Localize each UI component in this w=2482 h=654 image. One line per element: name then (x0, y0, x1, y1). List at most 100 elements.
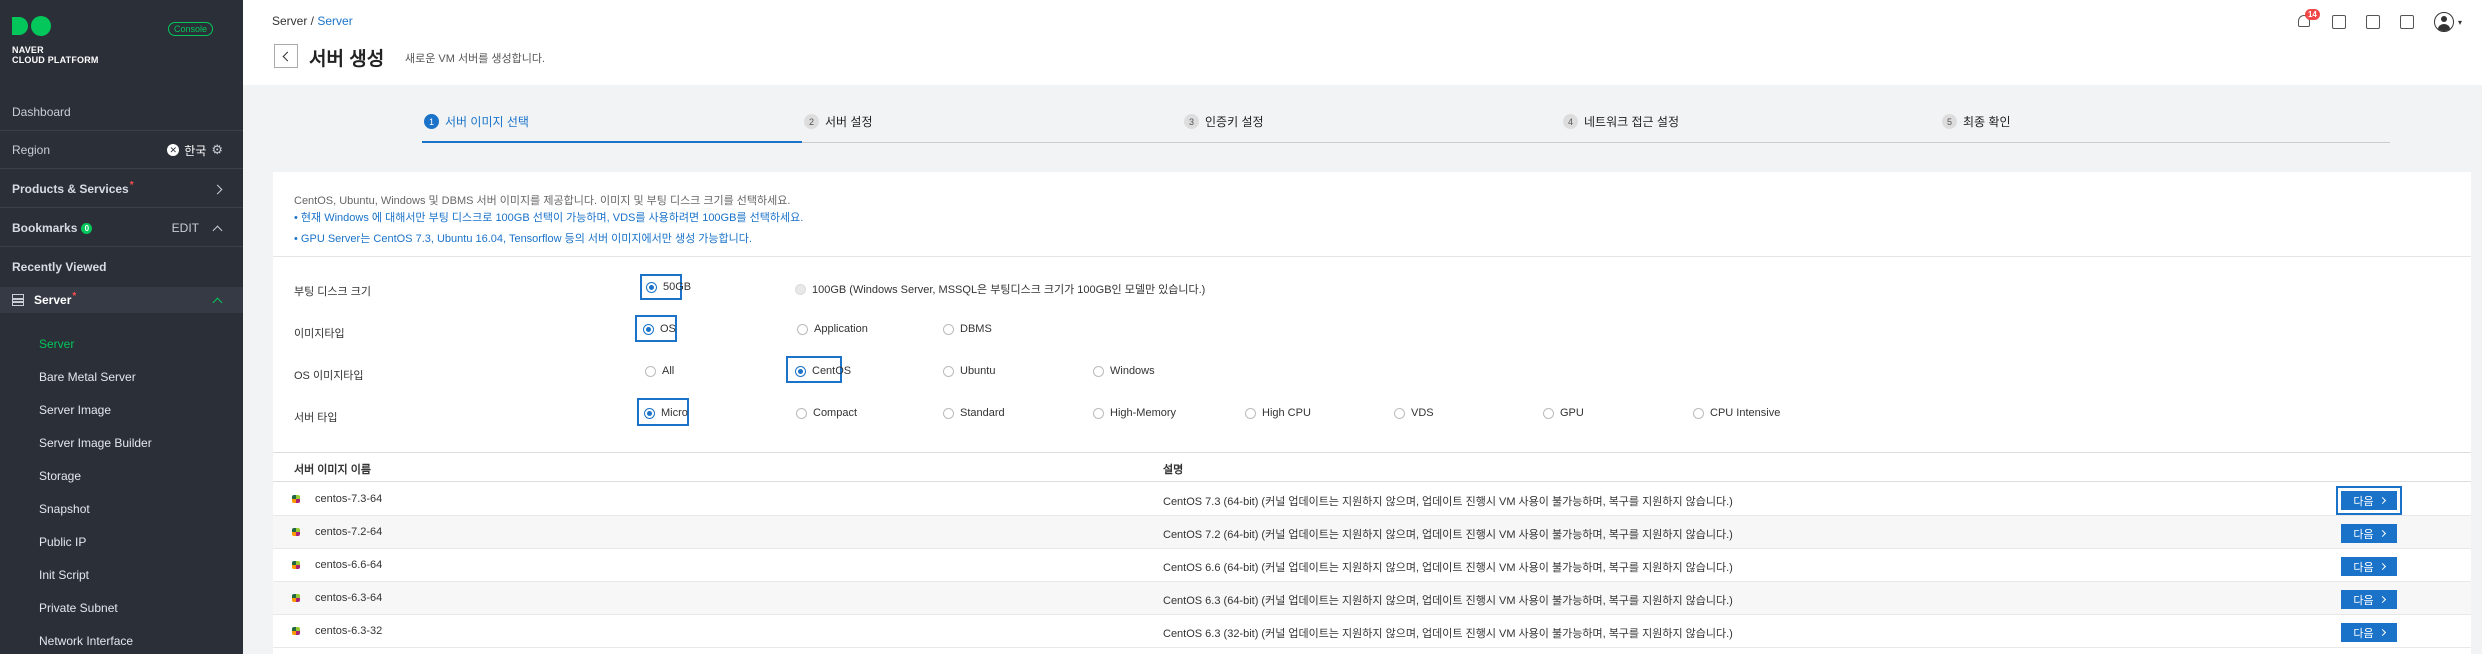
server-type-compact-radio[interactable]: Compact (796, 407, 857, 419)
chevron-right-icon (2378, 529, 2386, 538)
table-row[interactable]: centos-6.6-64 CentOS 6.6 (64-bit) (커널 업데… (273, 549, 2471, 582)
user-avatar-icon[interactable] (2433, 12, 2454, 32)
boot-disk-50gb-radio[interactable]: 50GB (646, 281, 691, 293)
os-type-windows-radio[interactable]: Windows (1093, 365, 1155, 377)
sidebar-item-dashboard[interactable]: Dashboard (0, 100, 243, 124)
image-type-dbms-radio[interactable]: DBMS (943, 323, 992, 335)
server-type-micro-label: Micro (661, 407, 688, 419)
next-button[interactable]: 다음 (2341, 590, 2397, 609)
notification-button[interactable]: 14 (2297, 9, 2320, 29)
server-type-high-memory-radio[interactable]: High-Memory (1093, 407, 1176, 419)
step-2[interactable]: 2 서버 설정 (804, 113, 873, 130)
server-type-label: 서버 타입 (294, 412, 338, 424)
server-type-vds-radio[interactable]: VDS (1394, 407, 1434, 419)
os-image-type-label: OS 이미지타입 (294, 370, 364, 382)
table-row[interactable]: centos-6.3-32 CentOS 6.3 (32-bit) (커널 업데… (273, 615, 2471, 648)
server-type-cpu-intensive-radio[interactable]: CPU Intensive (1693, 407, 1780, 419)
server-required-mark: * (72, 290, 77, 302)
os-type-centos-radio[interactable]: CentOS (795, 365, 851, 377)
sidebar-item-network-interface[interactable]: Network Interface (39, 634, 133, 648)
server-type-cpu-intensive-label: CPU Intensive (1710, 407, 1781, 419)
notification-count-badge: 14 (2304, 9, 2320, 20)
sidebar-recently-viewed[interactable]: Recently Viewed (0, 255, 243, 279)
boot-disk-100gb-radio[interactable]: 100GB (Windows Server, MSSQL은 부팅디스크 크기가 … (795, 281, 1205, 297)
server-group-label: Server (34, 293, 72, 307)
gear-icon[interactable]: ⚙ (211, 142, 223, 158)
bookmarks-count-badge: 0 (81, 222, 93, 234)
os-type-windows-label: Windows (1110, 365, 1155, 377)
radio-icon (796, 407, 807, 419)
sidebar-item-server-image[interactable]: Server Image (39, 403, 111, 417)
notice-main-text: CentOS, Ubuntu, Windows 및 DBMS 서버 이미지를 제… (294, 195, 791, 207)
table-row[interactable]: centos-6.3-64 CentOS 6.3 (64-bit) (커널 업데… (273, 582, 2471, 615)
dashboard-label: Dashboard (12, 105, 71, 119)
document-icon[interactable] (2399, 15, 2414, 29)
next-button[interactable]: 다음 (2341, 524, 2397, 543)
next-button[interactable]: 다음 (2341, 623, 2397, 642)
chevron-right-icon (2378, 496, 2386, 505)
chevron-up-icon[interactable] (212, 297, 223, 307)
image-type-os-radio[interactable]: OS (643, 323, 676, 335)
console-badge[interactable]: Console (168, 22, 214, 36)
logo-mark-icon (12, 16, 99, 36)
step-1-number: 1 (424, 114, 439, 129)
image-name: centos-7.3-64 (315, 493, 383, 505)
naver-cloud-logo[interactable]: NAVER CLOUD PLATFORM (12, 16, 99, 65)
os-type-all-radio[interactable]: All (645, 365, 674, 377)
sidebar-item-storage[interactable]: Storage (39, 469, 81, 483)
bookmarks-edit-link[interactable]: EDIT (172, 221, 199, 235)
chevron-down-icon[interactable]: ▾ (2458, 18, 2462, 27)
server-type-micro-radio[interactable]: Micro (644, 407, 688, 419)
sidebar-item-server-image-builder[interactable]: Server Image Builder (39, 436, 152, 450)
step-1[interactable]: 1 서버 이미지 선택 (424, 113, 529, 130)
step-5-number: 5 (1942, 114, 1957, 129)
sidebar-item-public-ip[interactable]: Public IP (39, 535, 86, 549)
sidebar-products-services[interactable]: Products & Services * (0, 177, 243, 201)
column-header-image-name: 서버 이미지 이름 (294, 464, 371, 476)
os-type-ubuntu-radio[interactable]: Ubuntu (943, 365, 995, 377)
sidebar-server-group[interactable]: Server * (0, 287, 243, 313)
image-type-dbms-label: DBMS (960, 323, 992, 335)
sidebar-region[interactable]: Region ✕ 한국 ⚙ (0, 138, 243, 162)
server-type-gpu-label: GPU (1560, 407, 1584, 419)
server-type-standard-radio[interactable]: Standard (943, 407, 1005, 419)
next-button[interactable]: 다음 (2341, 491, 2397, 510)
table-row[interactable]: centos-7.3-64 CentOS 7.3 (64-bit) (커널 업데… (273, 483, 2471, 516)
sidebar-item-snapshot[interactable]: Snapshot (39, 502, 90, 516)
sidebar: NAVER CLOUD PLATFORM Console Dashboard R… (0, 0, 243, 654)
chevron-up-icon[interactable] (212, 225, 223, 235)
sidebar-item-private-subnet[interactable]: Private Subnet (39, 601, 118, 615)
back-button[interactable] (274, 44, 298, 68)
server-type-vds-label: VDS (1411, 407, 1434, 419)
image-name: centos-6.3-32 (315, 625, 383, 637)
sidebar-item-bare-metal-server[interactable]: Bare Metal Server (39, 370, 136, 384)
radio-icon (1093, 365, 1104, 377)
sidebar-item-server[interactable]: Server (39, 337, 74, 351)
column-header-description: 설명 (1163, 464, 1184, 476)
sidebar-item-init-script[interactable]: Init Script (39, 568, 89, 582)
chevron-right-icon (212, 184, 223, 194)
image-type-application-radio[interactable]: Application (797, 323, 868, 335)
region-value: 한국 (184, 143, 207, 158)
chat-icon[interactable] (2331, 15, 2346, 29)
step-wizard: 1 서버 이미지 선택 2 서버 설정 3 인증키 설정 4 네트워크 접근 설… (243, 85, 2482, 172)
image-description: CentOS 7.2 (64-bit) (커널 업데이트는 지원하지 않으며, … (1163, 529, 1733, 541)
server-type-high-cpu-radio[interactable]: High CPU (1245, 407, 1311, 419)
image-table-header: 서버 이미지 이름 설명 (273, 452, 2471, 482)
sidebar-bookmarks[interactable]: Bookmarks 0 EDIT (0, 216, 243, 240)
os-type-ubuntu-label: Ubuntu (960, 365, 996, 377)
chevron-left-icon (282, 51, 293, 61)
image-name: centos-6.6-64 (315, 559, 383, 571)
next-button[interactable]: 다음 (2341, 557, 2397, 576)
calendar-icon[interactable] (2365, 15, 2380, 29)
breadcrumb-current[interactable]: Server (317, 14, 352, 28)
server-type-gpu-radio[interactable]: GPU (1543, 407, 1584, 419)
notice-gpu-server: GPU Server는 CentOS 7.3, Ubuntu 16.04, Te… (294, 230, 752, 246)
step-3[interactable]: 3 인증키 설정 (1184, 113, 1264, 130)
image-type-label: 이미지타입 (294, 328, 345, 340)
radio-checked-icon (643, 323, 654, 335)
table-row[interactable]: centos-7.2-64 CentOS 7.2 (64-bit) (커널 업데… (273, 516, 2471, 549)
breadcrumb-root[interactable]: Server / (272, 14, 314, 28)
step-5[interactable]: 5 최종 확인 (1942, 113, 2011, 130)
step-4[interactable]: 4 네트워크 접근 설정 (1563, 113, 1679, 130)
